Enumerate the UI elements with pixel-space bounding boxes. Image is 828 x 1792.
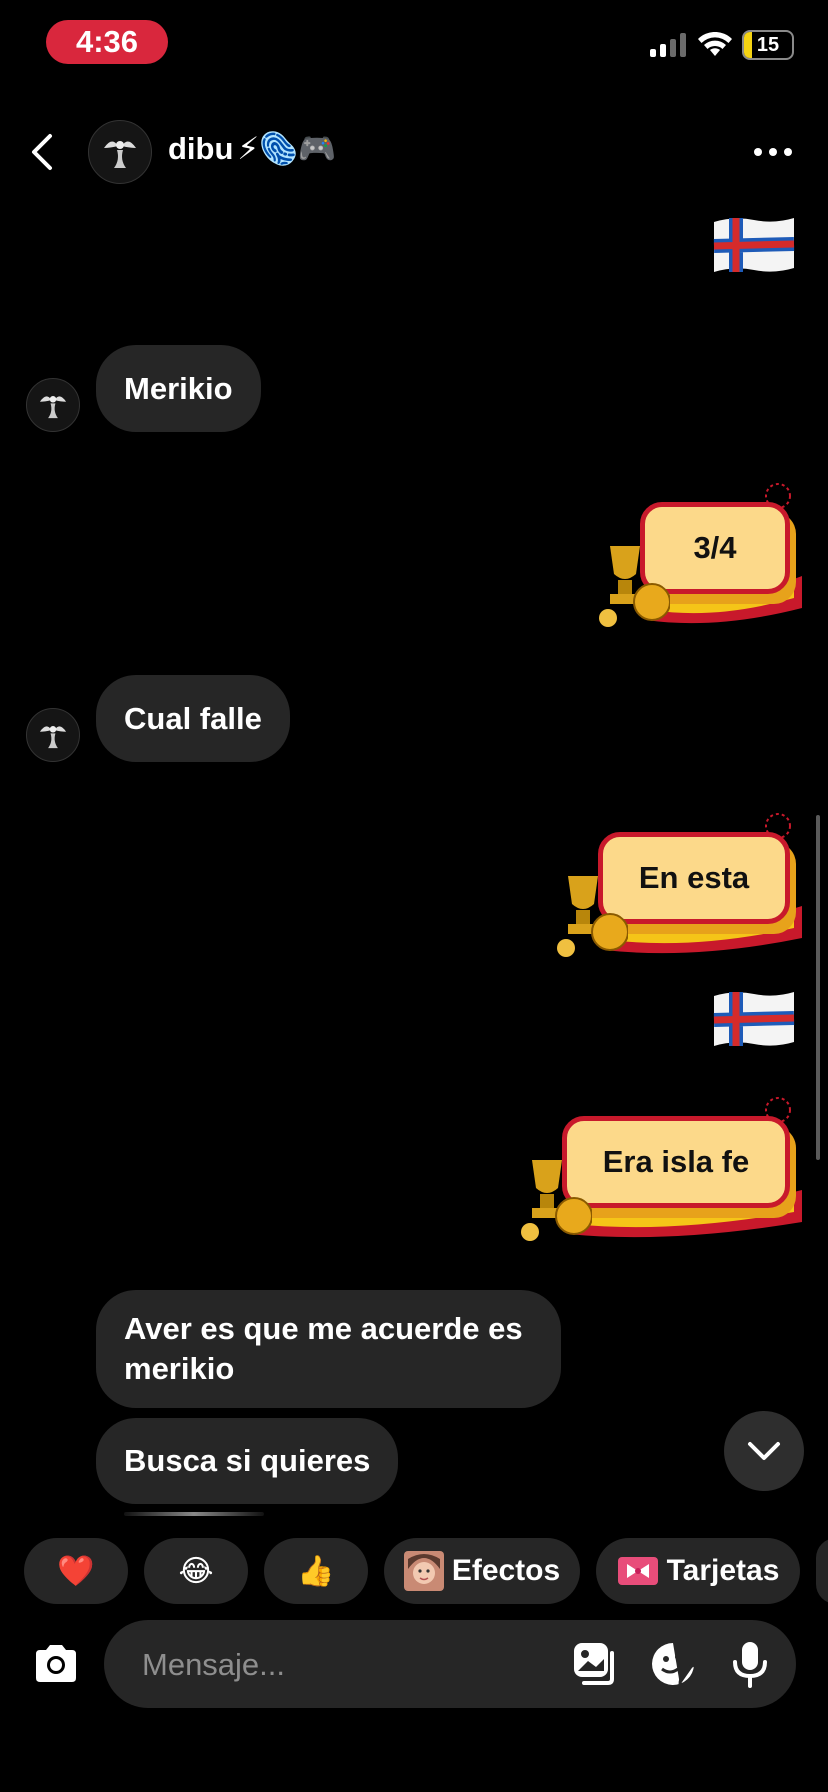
sticker-icon[interactable]	[650, 1641, 696, 1687]
message-text: Era isla fe	[602, 1144, 750, 1179]
back-button[interactable]	[26, 132, 62, 172]
back-arrow-icon	[32, 134, 52, 170]
cards-chip[interactable]: Tarjetas	[596, 1538, 800, 1604]
more-chip[interactable]	[816, 1538, 828, 1604]
outgoing-sticker-message[interactable]: Era isla fe	[518, 1094, 806, 1250]
contact-avatar[interactable]	[88, 120, 152, 184]
outgoing-sticker-message[interactable]: En esta	[554, 810, 806, 966]
effects-face-icon	[403, 1551, 444, 1591]
trophy-ball-icon	[557, 876, 628, 957]
scrollbar[interactable]	[816, 815, 820, 1160]
more-icon	[754, 148, 762, 156]
effects-label: Efectos	[451, 1554, 561, 1587]
sender-avatar[interactable]	[26, 378, 80, 432]
thumbs-up-reaction-chip[interactable]: 👍	[264, 1538, 368, 1604]
faroe-flag-sticker[interactable]	[712, 990, 796, 1048]
effects-chip[interactable]: Efectos	[384, 1538, 580, 1604]
outgoing-sticker-message[interactable]: 3/4	[596, 480, 806, 636]
name-emojis: ⚡🫆🎮	[237, 131, 337, 166]
message-input[interactable]	[140, 1620, 544, 1710]
thumbs-up-emoji: 👍	[297, 1554, 335, 1588]
battery-level: 15	[756, 33, 780, 56]
scroll-to-bottom-button[interactable]	[724, 1411, 804, 1491]
message-text: Cual falle	[124, 700, 262, 736]
heart-emoji: ❤️	[57, 1554, 95, 1588]
angel-avatar-icon	[39, 726, 67, 749]
gallery-icon[interactable]	[572, 1641, 618, 1687]
chevron-down-icon	[748, 1442, 780, 1460]
sender-avatar[interactable]	[26, 708, 80, 762]
battery-indicator: 15	[742, 30, 794, 60]
cards-label: Tarjetas	[666, 1554, 780, 1587]
wifi-icon	[698, 32, 732, 56]
microphone-icon[interactable]	[730, 1640, 770, 1688]
angel-avatar-icon	[104, 141, 136, 168]
more-button[interactable]	[754, 148, 792, 156]
heart-reaction-chip[interactable]: ❤️	[24, 1538, 128, 1604]
contact-name: dibu	[168, 130, 234, 166]
incoming-message[interactable]: Busca si quieres	[96, 1418, 399, 1504]
incoming-message[interactable]: Cual falle	[96, 675, 290, 762]
camera-button[interactable]	[30, 1638, 82, 1690]
gift-card-icon	[617, 1557, 658, 1585]
trophy-ball-icon	[599, 546, 670, 627]
incoming-message[interactable]: Aver es que me acuerde es merikio	[96, 1290, 561, 1408]
signal-icon	[650, 33, 686, 57]
contact-name-row[interactable]: dibu ⚡🫆🎮	[168, 130, 336, 167]
message-text: Merikio	[124, 370, 233, 406]
angel-avatar-icon	[39, 396, 67, 419]
status-indicators: 15	[650, 30, 794, 60]
camera-icon	[36, 1645, 76, 1682]
laugh-emoji: 😂	[178, 1554, 214, 1588]
partial-message-edge	[124, 1512, 264, 1516]
message-composer[interactable]	[104, 1620, 796, 1710]
incoming-message[interactable]: Merikio	[96, 345, 261, 432]
faroe-flag-sticker[interactable]	[712, 216, 796, 274]
sticker-text-plate: Era isla fe	[562, 1116, 790, 1208]
message-text: Busca si quieres	[124, 1443, 371, 1478]
message-text: En esta	[638, 860, 750, 895]
trophy-ball-icon	[521, 1160, 592, 1241]
status-time: 4:36	[46, 20, 168, 64]
message-text: 3/4	[693, 530, 737, 565]
message-text: Aver es que me acuerde es merikio	[124, 1311, 523, 1386]
laugh-reaction-chip[interactable]: 😂	[144, 1538, 248, 1604]
